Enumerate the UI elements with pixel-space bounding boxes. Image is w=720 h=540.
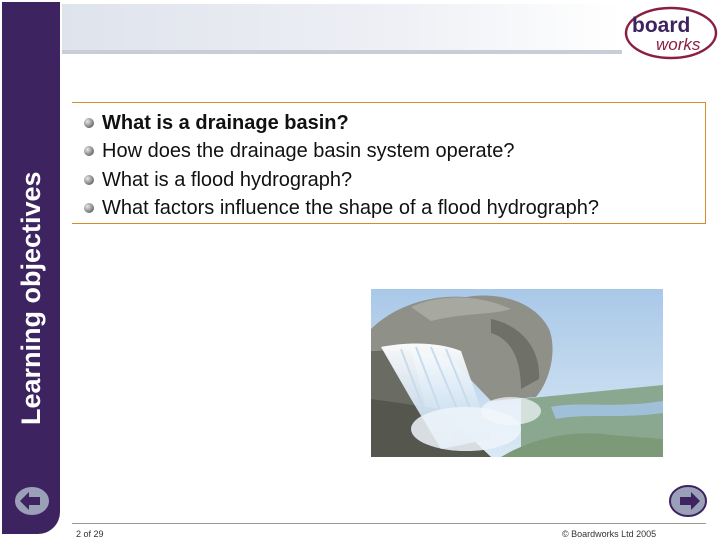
objective-item: What is a flood hydrograph? bbox=[84, 166, 352, 194]
previous-slide-button[interactable] bbox=[12, 484, 52, 518]
waterfall-illustration bbox=[371, 289, 663, 457]
header-strip bbox=[62, 4, 622, 50]
copyright-notice: © Boardworks Ltd 2005 bbox=[562, 529, 657, 539]
objective-text: What is a flood hydrograph? bbox=[102, 168, 353, 191]
bullet-icon bbox=[84, 175, 94, 185]
objective-text: What factors influence the shape of a fl… bbox=[102, 196, 599, 219]
objective-item: How does the drainage basin system opera… bbox=[84, 137, 514, 165]
objective-item: What is a drainage basin? bbox=[84, 109, 349, 137]
boardworks-logo: board works bbox=[624, 6, 718, 60]
bullet-icon bbox=[84, 146, 94, 156]
page-number: 2 of 29 bbox=[76, 529, 104, 539]
slide-title: Learning objectives bbox=[16, 171, 46, 425]
bullet-icon bbox=[84, 118, 94, 128]
objectives-box: What is a drainage basin? How does the d… bbox=[72, 102, 706, 224]
logo-text-works: works bbox=[656, 35, 701, 54]
footer-divider bbox=[72, 523, 706, 524]
next-slide-button[interactable] bbox=[668, 484, 708, 518]
objective-text: How does the drainage basin system opera… bbox=[102, 139, 515, 162]
header-divider bbox=[62, 50, 622, 54]
objective-text: What is a drainage basin? bbox=[102, 111, 349, 134]
sidebar: Learning objectives bbox=[0, 0, 62, 540]
logo-text-board: board bbox=[632, 14, 690, 37]
objective-item: What factors influence the shape of a fl… bbox=[84, 194, 599, 222]
bullet-icon bbox=[84, 203, 94, 213]
